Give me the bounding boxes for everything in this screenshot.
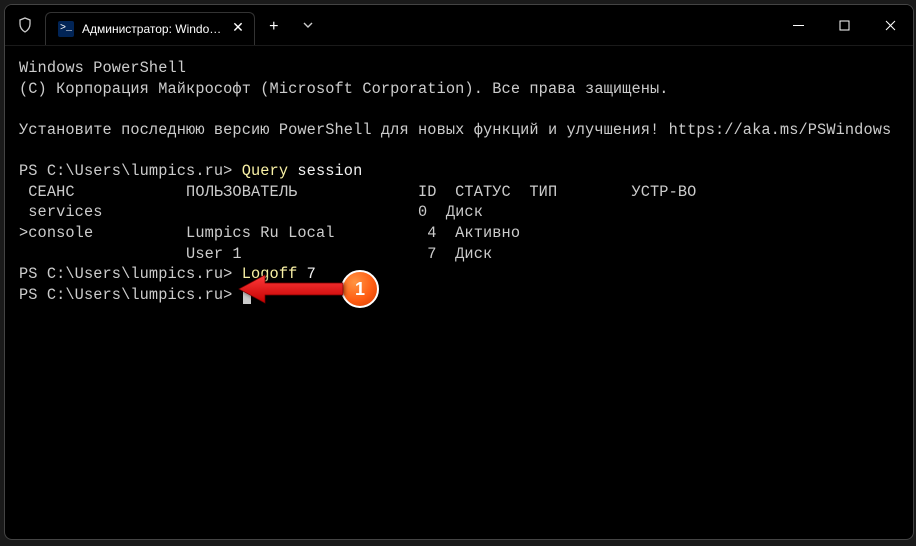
terminal-window: >_ Администратор: Windows Po ✕ + Windows…: [4, 4, 914, 540]
window-controls: [775, 5, 913, 45]
app-shield-icon: [5, 17, 45, 33]
prompt: PS C:\Users\lumpics.ru>: [19, 162, 242, 180]
close-window-button[interactable]: [867, 5, 913, 45]
new-tab-button[interactable]: +: [255, 18, 293, 36]
line: Windows PowerShell: [19, 59, 186, 77]
terminal-output[interactable]: Windows PowerShell (С) Корпорация Майкро…: [5, 46, 913, 318]
close-icon[interactable]: ✕: [230, 20, 246, 37]
command: Logoff: [242, 265, 298, 283]
powershell-icon: >_: [58, 21, 74, 37]
table-row: >console Lumpics Ru Local 4 Активно: [19, 224, 520, 242]
prompt: PS C:\Users\lumpics.ru>: [19, 286, 242, 304]
table-row: User 1 7 Диск: [19, 245, 492, 263]
line: (С) Корпорация Майкрософт (Microsoft Cor…: [19, 80, 669, 98]
minimize-button[interactable]: [775, 5, 821, 45]
table-row: services 0 Диск: [19, 203, 483, 221]
line: Установите последнюю версию PowerShell д…: [19, 121, 891, 139]
titlebar: >_ Администратор: Windows Po ✕ +: [5, 5, 913, 46]
command: Query: [242, 162, 288, 180]
tab-title: Администратор: Windows Po: [82, 22, 222, 36]
tab-active[interactable]: >_ Администратор: Windows Po ✕: [45, 12, 255, 45]
cursor: [243, 288, 251, 304]
command-arg: 7: [297, 265, 316, 283]
table-header: СЕАНС ПОЛЬЗОВАТЕЛЬ ID СТАТУС ТИП УСТР-ВО: [19, 183, 696, 201]
tab-dropdown-icon[interactable]: [293, 22, 323, 33]
prompt: PS C:\Users\lumpics.ru>: [19, 265, 242, 283]
command-arg: session: [288, 162, 362, 180]
maximize-button[interactable]: [821, 5, 867, 45]
